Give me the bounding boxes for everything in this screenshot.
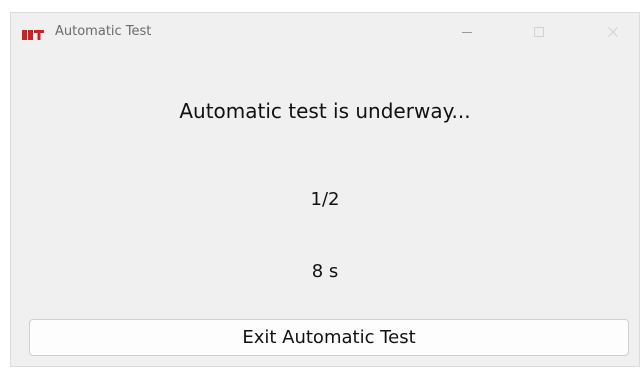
status-message: Automatic test is underway... <box>179 99 471 123</box>
close-button[interactable] <box>593 13 633 51</box>
close-icon <box>607 23 619 42</box>
maximize-button[interactable] <box>519 13 559 51</box>
app-logo-icon <box>22 26 44 40</box>
minimize-icon <box>461 23 473 42</box>
app-window: Automatic Test Automatic test is underwa… <box>10 12 640 367</box>
maximize-icon <box>533 23 545 42</box>
elapsed-timer: 8 s <box>311 261 339 282</box>
exit-automatic-test-button[interactable]: Exit Automatic Test <box>29 319 629 356</box>
progress-counter: 1/2 <box>310 189 340 210</box>
window-title: Automatic Test <box>55 24 152 39</box>
title-bar[interactable]: Automatic Test <box>11 13 639 51</box>
minimize-button[interactable] <box>447 13 487 51</box>
